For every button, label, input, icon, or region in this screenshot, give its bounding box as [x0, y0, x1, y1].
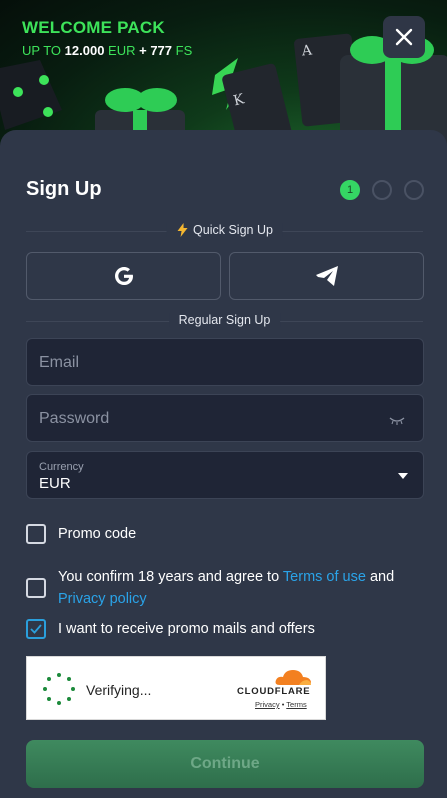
- regular-signup-divider: Regular Sign Up: [26, 313, 423, 327]
- email-placeholder: Email: [39, 354, 80, 371]
- step-indicator-2: [372, 180, 392, 200]
- google-signup-button[interactable]: [26, 252, 221, 300]
- promo-mails-label: I want to receive promo mails and offers: [58, 621, 315, 637]
- signup-panel: Sign Up 1 Quick Sign Up Regular Sign Up …: [0, 130, 447, 798]
- quick-signup-divider: Quick Sign Up: [26, 223, 423, 237]
- captcha-terms-link[interactable]: Terms: [286, 700, 306, 709]
- captcha-links: Privacy • Terms: [255, 700, 307, 709]
- currency-value: EUR: [39, 475, 71, 492]
- eye-closed-icon[interactable]: [389, 417, 405, 425]
- privacy-policy-link[interactable]: Privacy policy: [58, 591, 147, 607]
- promo-mails-checkbox[interactable]: [26, 619, 46, 639]
- step-indicator-3: [404, 180, 424, 200]
- email-field[interactable]: Email: [26, 338, 424, 386]
- promo-code-checkbox[interactable]: [26, 524, 46, 544]
- page-title: Sign Up: [26, 178, 102, 200]
- promo-code-label: Promo code: [58, 526, 137, 542]
- close-button[interactable]: [383, 16, 425, 58]
- regular-signup-label: Regular Sign Up: [168, 313, 281, 327]
- password-field[interactable]: Password: [26, 394, 424, 442]
- close-icon: [395, 28, 413, 46]
- banner-title: WELCOME PACK: [22, 18, 165, 37]
- cloudflare-cloud-icon: [275, 670, 311, 685]
- terms-text: You confirm 18 years and agree to Terms …: [58, 569, 395, 607]
- continue-button[interactable]: Continue: [26, 740, 424, 788]
- terms-checkbox[interactable]: [26, 578, 46, 598]
- currency-select[interactable]: Currency EUR: [26, 451, 424, 499]
- currency-label: Currency: [39, 461, 84, 473]
- password-placeholder: Password: [39, 410, 110, 427]
- cloudflare-brand: CLOUDFLARE: [237, 686, 311, 697]
- lightning-icon: [177, 223, 188, 237]
- telegram-signup-button[interactable]: [229, 252, 424, 300]
- step-indicator-1: 1: [340, 180, 360, 200]
- quick-signup-label: Quick Sign Up: [166, 223, 283, 237]
- captcha-widget[interactable]: Verifying... CLOUDFLARE Privacy • Terms: [26, 656, 326, 720]
- captcha-status: Verifying...: [86, 682, 152, 698]
- caret-down-icon: [398, 473, 408, 479]
- check-icon: [30, 624, 42, 634]
- captcha-privacy-link[interactable]: Privacy: [255, 700, 280, 709]
- terms-of-use-link[interactable]: Terms of use: [283, 569, 366, 585]
- spinner-icon: [43, 673, 75, 705]
- google-icon: [114, 267, 133, 285]
- welcome-banner: K A WELCOME PACK UP TO 12.000 EUR + 777 …: [0, 0, 447, 150]
- banner-subtitle: UP TO 12.000 EUR + 777 FS: [22, 43, 193, 58]
- dice-icon: [0, 60, 62, 130]
- telegram-icon: [315, 266, 338, 286]
